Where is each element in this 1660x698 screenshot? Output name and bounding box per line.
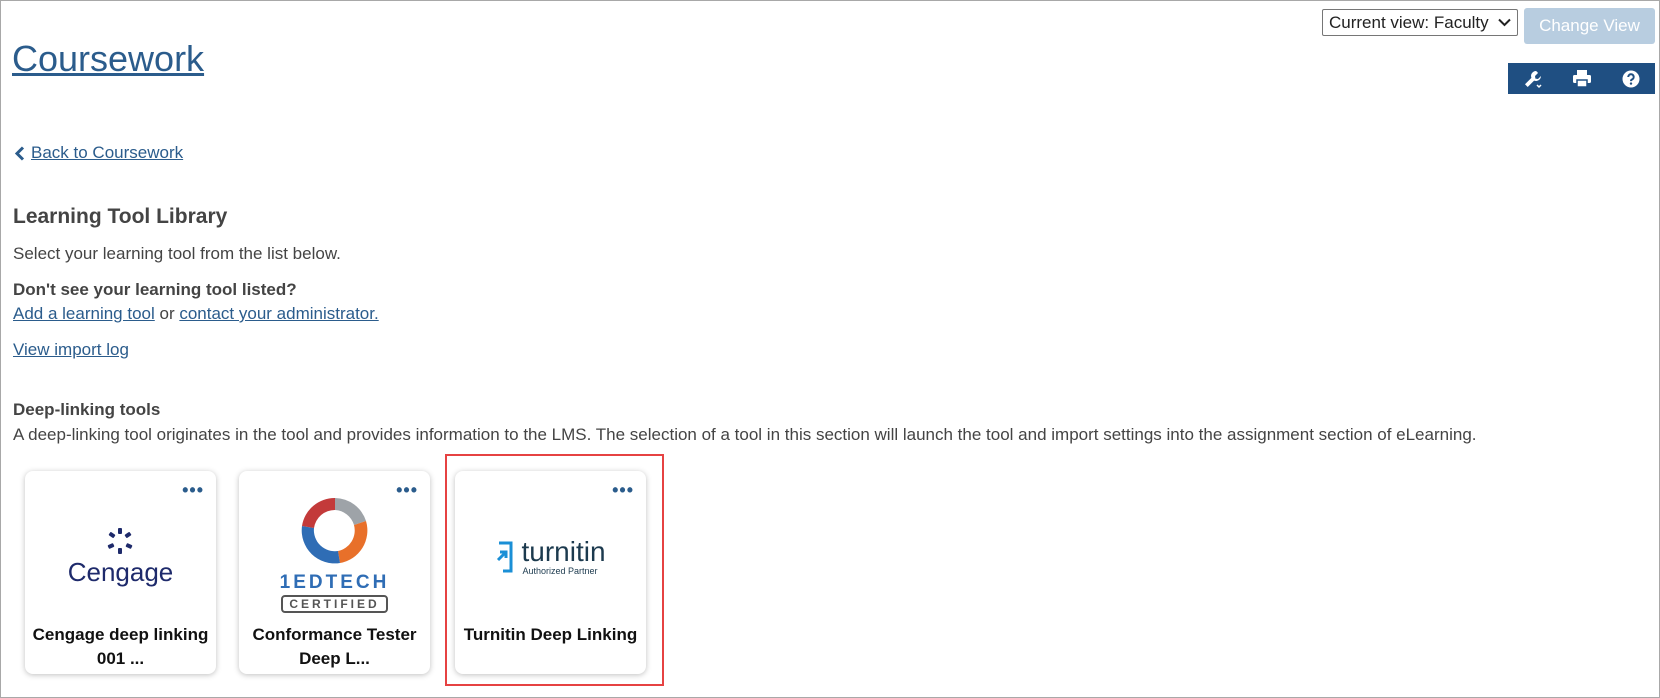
help-button[interactable] (1606, 63, 1655, 94)
tool-card-conformance-tester[interactable]: ••• 1EDTECH CERTIFIED Conformance Tester… (239, 471, 430, 674)
tool-card-cengage[interactable]: ••• Cengage Cengage deep linking 001 ... (25, 471, 216, 674)
page-title[interactable]: Coursework (12, 38, 204, 80)
edtech-circle-icon (301, 497, 367, 563)
or-text: or (154, 304, 180, 323)
edtech-certified-logo: 1EDTECH CERTIFIED (239, 483, 430, 623)
edtech-certified-text: CERTIFIED (281, 594, 388, 613)
edtech-logo-text: 1EDTECH (279, 571, 390, 593)
tool-name: Conformance Tester Deep L... (243, 623, 426, 671)
add-tool-line: Add a learning tool or contact your admi… (13, 304, 379, 324)
change-view-button[interactable]: Change View (1524, 8, 1655, 44)
selection-highlight (445, 454, 664, 686)
print-button[interactable] (1557, 63, 1606, 94)
deep-linking-description: A deep-linking tool originates in the to… (13, 425, 1477, 444)
tool-name-line2: 001 ... (96, 649, 145, 668)
current-view-select[interactable]: Current view: Faculty (1322, 9, 1518, 36)
current-view-value: Current view: Faculty (1329, 12, 1489, 32)
help-icon (1622, 70, 1639, 87)
tools-button[interactable] (1508, 63, 1557, 94)
cengage-mark-icon (108, 527, 133, 554)
tool-name-line1: Cengage deep linking (32, 625, 209, 644)
back-link-label[interactable]: Back to Coursework (31, 143, 183, 163)
section-title: Learning Tool Library (13, 205, 228, 228)
wrench-icon (1524, 70, 1542, 88)
cengage-logo: Cengage (25, 487, 216, 627)
contact-administrator-link[interactable]: contact your administrator. (179, 304, 378, 323)
printer-icon (1572, 70, 1591, 88)
chevron-down-icon (1498, 18, 1511, 27)
dont-see-heading: Don't see your learning tool listed? (13, 280, 297, 299)
page-toolbar (1508, 63, 1655, 94)
back-to-coursework-link[interactable]: Back to Coursework (14, 143, 183, 163)
tool-name-line1: Conformance Tester (252, 625, 417, 644)
tool-name: Cengage deep linking 001 ... (29, 623, 212, 671)
tool-name-line2: Deep L... (299, 649, 370, 668)
chevron-left-icon (14, 145, 25, 161)
cengage-logo-text: Cengage (67, 556, 174, 587)
add-learning-tool-link[interactable]: Add a learning tool (13, 304, 155, 323)
intro-text: Select your learning tool from the list … (13, 244, 341, 263)
view-import-log-link[interactable]: View import log (13, 340, 129, 360)
deep-linking-title: Deep-linking tools (13, 400, 161, 419)
